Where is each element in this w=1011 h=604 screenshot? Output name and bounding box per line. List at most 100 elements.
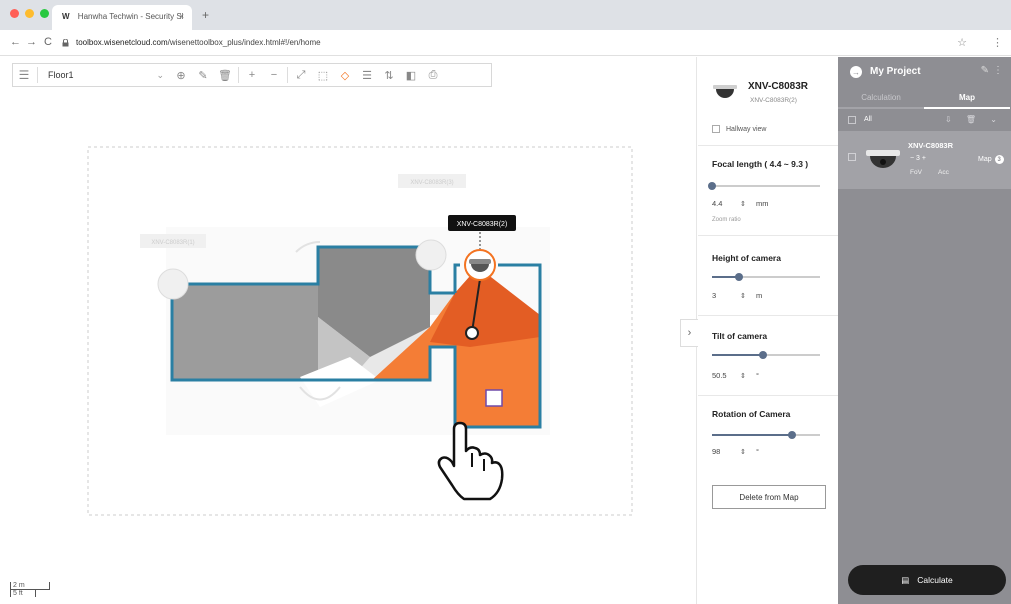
spinner-icon[interactable]: ⇕	[740, 448, 756, 456]
url-field[interactable]: toolbox.wisenetcloud.com/wisenettoolbox_…	[76, 38, 321, 47]
map-scale: 2 m 5 ft	[10, 582, 50, 597]
camera-properties-panel: XNV-C8083R XNV-C8083R(2) Hallway view Fo…	[698, 57, 838, 604]
focal-length-title: Focal length ( 4.4 ~ 9.3 )	[712, 159, 809, 169]
browser-menu-icon[interactable]: ⋮	[992, 36, 1003, 49]
height-slider[interactable]	[712, 273, 820, 281]
browser-tab[interactable]: W Hanwha Techwin - Security Sl ×	[52, 5, 192, 30]
tab-favicon: W	[62, 12, 70, 21]
quantity-stepper[interactable]: − 3 +	[910, 155, 926, 162]
ghost-camera-label-text: XNV-C8083R(1)	[151, 240, 194, 246]
tilt-value: 50.5	[712, 371, 727, 380]
height-input[interactable]: 3 ⇕ m	[712, 291, 762, 300]
focal-length-unit: mm	[756, 199, 769, 208]
spinner-icon[interactable]: ⇕	[740, 200, 756, 208]
camera-thumbnail-icon	[713, 85, 737, 98]
slider-knob[interactable]	[735, 273, 743, 281]
slider-fill	[712, 354, 763, 356]
floor-plan[interactable]: XNV-C8083R(3) XNV-C8083R(1) XNV-C8083R(2…	[0, 57, 697, 604]
arrow-right-icon[interactable]: →	[850, 66, 862, 78]
marker-square[interactable]	[485, 389, 503, 407]
reload-icon[interactable]: C	[44, 36, 52, 48]
forward-icon[interactable]: →	[26, 36, 37, 48]
calculate-label: Calculate	[917, 575, 953, 585]
height-title: Height of camera	[712, 253, 781, 263]
map-count-badge: 3	[994, 155, 1004, 164]
divider	[698, 395, 838, 396]
browser-tab-bar: W Hanwha Techwin - Security Sl × +	[0, 0, 1011, 30]
scale-feet: 5 ft	[10, 590, 36, 597]
slider-knob[interactable]	[708, 182, 716, 190]
hallway-label: Hallway view	[726, 125, 767, 133]
hallway-checkbox[interactable]	[712, 125, 720, 133]
tab-calculation[interactable]: Calculation	[838, 89, 924, 109]
rotation-title: Rotation of Camera	[712, 409, 791, 419]
select-all-checkbox[interactable]	[848, 116, 856, 124]
edit-icon[interactable]: ✎	[981, 65, 989, 76]
item-checkbox[interactable]	[848, 153, 856, 161]
tilt-title: Tilt of camera	[712, 331, 768, 341]
focal-length-input[interactable]: 4.4 ⇕ mm	[712, 199, 769, 208]
height-unit: m	[756, 291, 763, 300]
ghost-camera-icon[interactable]	[415, 239, 447, 271]
item-model: XNV-C8083R	[908, 141, 954, 150]
zoom-ratio-note: Zoom ratio	[712, 217, 741, 223]
map-label: Map	[978, 156, 992, 163]
calculate-button[interactable]: ▤ Calculate	[848, 565, 1006, 595]
divider	[698, 315, 838, 316]
rotation-input[interactable]: 98 ⇕ °	[712, 447, 759, 456]
gray-fov-area	[172, 284, 318, 380]
ghost-camera-icon[interactable]	[157, 268, 189, 300]
slider-fill	[712, 434, 792, 436]
calculator-icon: ▤	[901, 574, 910, 585]
list-item[interactable]: XNV-C8083R − 3 + FoV Acc Map 3	[838, 131, 1011, 189]
project-tabs: Calculation Map	[838, 89, 1011, 109]
project-panel: → My Project ✎ ⋮ Calculation Map All ⇩ 🗑…	[838, 57, 1011, 604]
tilt-unit: °	[756, 371, 759, 380]
ghost-camera-label-text: XNV-C8083R(3)	[410, 180, 453, 186]
camera-thumbnail-icon	[866, 150, 900, 168]
divider	[698, 235, 838, 236]
tilt-input[interactable]: 50.5 ⇕ °	[712, 371, 759, 380]
focal-length-value: 4.4	[712, 199, 723, 208]
url-path: /wisenettoolbox_plus/index.html#!/en/hom…	[167, 38, 321, 47]
project-title: My Project	[870, 66, 921, 77]
maximize-window-button[interactable]	[40, 9, 49, 18]
spinner-icon[interactable]: ⇕	[740, 372, 756, 380]
spinner-icon[interactable]: ⇕	[740, 292, 756, 300]
camera-instance: XNV-C8083R(2)	[750, 97, 797, 104]
new-tab-button[interactable]: +	[202, 8, 209, 22]
minimize-window-button[interactable]	[25, 9, 34, 18]
height-value: 3	[712, 291, 717, 300]
select-all-label: All	[864, 116, 872, 123]
bookmark-star-icon[interactable]: ☆	[957, 36, 967, 49]
camera-base	[469, 259, 491, 264]
tilt-slider[interactable]	[712, 351, 820, 359]
slider-knob[interactable]	[758, 351, 767, 359]
map-canvas[interactable]: ☰ Floor1 ⌄ ⊕ ✎ 🗑 + − ⤢ ⬚ ◇ ☰ ⇅ ◧ ⎙ XNV-C…	[0, 57, 698, 604]
accessory-label[interactable]: Acc	[938, 169, 949, 176]
focal-length-slider[interactable]	[708, 182, 820, 190]
close-window-button[interactable]	[10, 9, 19, 18]
url-host: toolbox.wisenetcloud.com	[76, 38, 168, 47]
rotation-handle[interactable]	[465, 326, 479, 340]
back-icon[interactable]: ←	[10, 36, 21, 48]
panel-toggle-chevron-icon[interactable]: ›	[680, 319, 698, 347]
camera-tooltip-text: XNV-C8083R(2)	[457, 221, 508, 228]
rotation-value: 98	[712, 447, 721, 456]
more-icon[interactable]: ⋮	[993, 65, 1003, 76]
project-header: → My Project ✎ ⋮	[838, 57, 1011, 87]
fov-label[interactable]: FoV	[910, 169, 922, 176]
scale-meters: 2 m	[10, 582, 50, 590]
window-controls	[10, 9, 49, 18]
address-bar: ← → C toolbox.wisenetcloud.com/wisenetto…	[0, 30, 1011, 56]
tab-title: Hanwha Techwin - Security Sl	[77, 12, 184, 21]
list-action-icons[interactable]: ⇩ 🗑 ⌄	[945, 115, 1003, 124]
hallway-view-toggle[interactable]: Hallway view	[712, 125, 766, 133]
map-count[interactable]: Map 3	[978, 155, 1004, 164]
tab-map[interactable]: Map	[924, 89, 1010, 109]
delete-from-map-button[interactable]: Delete from Map	[712, 485, 826, 509]
rotation-unit: °	[756, 447, 759, 456]
tab-close-icon[interactable]: ×	[179, 12, 184, 21]
rotation-slider[interactable]	[712, 431, 820, 439]
slider-knob[interactable]	[787, 431, 796, 439]
